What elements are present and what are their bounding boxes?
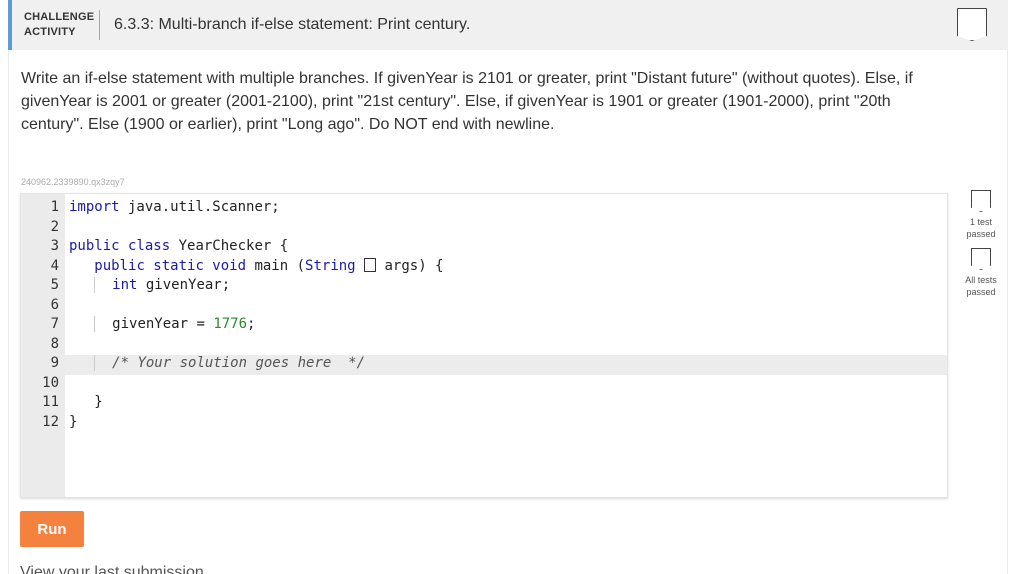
line-number: 1 bbox=[50, 199, 59, 215]
test-status-all: All tests passed bbox=[961, 248, 1001, 298]
line-number: 9 bbox=[50, 355, 59, 371]
activity-type-label: CHALLENGE ACTIVITY bbox=[24, 11, 95, 38]
test-status-first: 1 test passed bbox=[961, 190, 1001, 240]
code-line[interactable]: 10 bbox=[21, 375, 947, 395]
code-line[interactable]: 1 import java.util.Scanner; bbox=[21, 199, 947, 219]
code-line[interactable]: 3 public class YearChecker { bbox=[21, 238, 947, 258]
code-line[interactable]: 11 } bbox=[21, 394, 947, 414]
challenge-id: 240962.2339890.qx3zqy7 bbox=[21, 177, 125, 187]
line-number: 5 bbox=[50, 277, 59, 293]
test-badge-icon bbox=[971, 190, 991, 212]
code-line[interactable]: 5 int givenYear; bbox=[21, 277, 947, 297]
code-line[interactable]: 2 bbox=[21, 219, 947, 239]
code-editor[interactable]: 1 import java.util.Scanner; 2 3 public c… bbox=[20, 193, 948, 498]
activity-title: 6.3.3: Multi-branch if-else statement: P… bbox=[114, 16, 471, 33]
line-number: 2 bbox=[50, 218, 59, 235]
instructions-text: Write an if-else statement with multiple… bbox=[21, 70, 913, 133]
run-button[interactable]: Run bbox=[20, 511, 84, 547]
header-divider bbox=[99, 10, 100, 40]
line-number: 7 bbox=[50, 316, 59, 332]
line-number: 4 bbox=[50, 257, 59, 274]
line-number: 12 bbox=[42, 413, 59, 430]
solution-placeholder-comment: /* Your solution goes here */ bbox=[112, 355, 366, 371]
line-number: 10 bbox=[42, 374, 59, 391]
completion-badge-icon bbox=[957, 8, 987, 41]
code-line[interactable]: 8 bbox=[21, 336, 947, 356]
test-badge-icon bbox=[971, 248, 991, 270]
line-number: 3 bbox=[50, 238, 59, 254]
activity-header: CHALLENGE ACTIVITY 6.3.3: Multi-branch i… bbox=[8, 0, 1008, 50]
array-brackets-glyph bbox=[364, 257, 377, 272]
test-status-label: All tests passed bbox=[965, 275, 997, 297]
code-line[interactable]: 6 bbox=[21, 297, 947, 317]
code-line[interactable]: 4 public static void main (String args) … bbox=[21, 257, 947, 278]
activity-content: Write an if-else statement with multiple… bbox=[8, 50, 1008, 574]
code-line[interactable]: 7 givenYear = 1776; bbox=[21, 316, 947, 336]
line-number: 8 bbox=[50, 335, 59, 352]
test-status-label: 1 test passed bbox=[966, 217, 996, 239]
view-last-submission-link[interactable]: View your last submission bbox=[20, 564, 204, 574]
code-line[interactable]: 9 /* Your solution goes here */ bbox=[21, 355, 947, 375]
line-number: 11 bbox=[42, 394, 59, 410]
code-line[interactable]: 12 } bbox=[21, 414, 947, 434]
line-number: 6 bbox=[50, 296, 59, 313]
